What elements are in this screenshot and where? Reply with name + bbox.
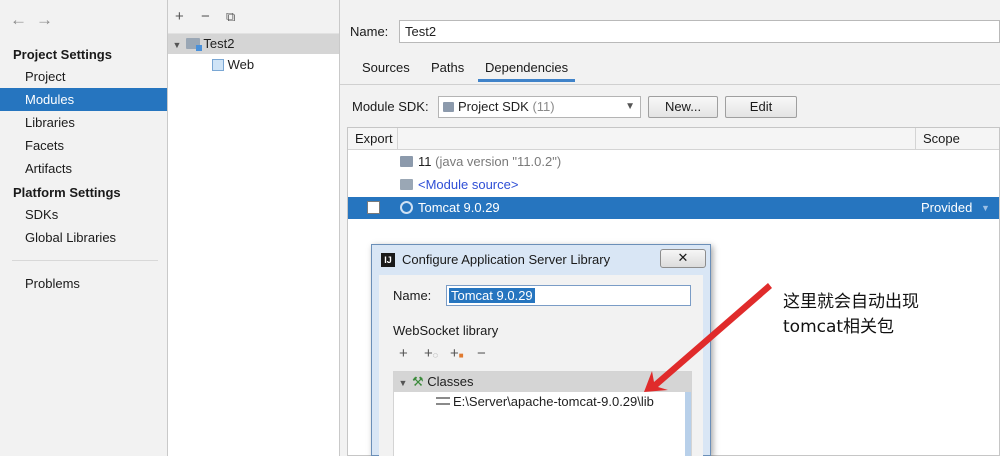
library-name-value: Tomcat 9.0.29	[449, 288, 535, 303]
sidebar-item-project[interactable]: Project	[0, 65, 167, 88]
tab-divider	[340, 84, 1000, 85]
chevron-down-icon: ▼	[625, 101, 635, 112]
tree-item-classes[interactable]: ▼ ⚒ Classes	[394, 372, 691, 392]
annotation-line-1: 这里就会自动出现	[783, 292, 919, 312]
websocket-library-label: WebSocket library	[393, 323, 499, 338]
table-row-tomcat[interactable]: Tomcat 9.0.29 Provided ▼	[348, 197, 999, 219]
sidebar-item-facets[interactable]: Facets	[0, 134, 167, 157]
source-folder-icon	[400, 179, 413, 190]
tree-item-lib-path[interactable]: E:\Server\apache-tomcat-9.0.29\lib	[394, 392, 691, 412]
module-source-label: <Module source>	[418, 177, 519, 192]
add-icon[interactable]: +	[399, 346, 408, 362]
module-sdk-label: Module SDK:	[352, 99, 429, 114]
section-platform-settings: Platform Settings	[13, 185, 121, 200]
jar-directory-icon	[436, 397, 450, 405]
configure-library-dialog: IJ Configure Application Server Library …	[371, 244, 711, 456]
chevron-down-icon: ▼	[981, 203, 990, 213]
new-sdk-button[interactable]: New...	[648, 96, 718, 118]
tab-dependencies[interactable]: Dependencies	[478, 60, 576, 82]
column-export[interactable]: Export	[355, 128, 393, 150]
copy-icon[interactable]: ⧉	[226, 9, 235, 25]
library-roots-tree: ▼ ⚒ Classes E:\Server\apache-tomcat-9.0.2…	[393, 371, 692, 456]
add-jar-icon[interactable]: +■	[450, 346, 464, 364]
tab-sources[interactable]: Sources	[362, 60, 410, 82]
section-project-settings: Project Settings	[13, 47, 112, 62]
module-folder-icon	[186, 38, 202, 51]
module-sdk-select[interactable]: Project SDK (11) ▼	[438, 96, 641, 118]
library-name-input[interactable]: Tomcat 9.0.29	[446, 285, 691, 306]
back-arrow-icon[interactable]: ←	[10, 10, 27, 30]
table-row-module-source[interactable]: <Module source>	[348, 174, 999, 196]
jdk-version-detail: (java version "11.0.2")	[435, 154, 562, 169]
add-icon[interactable]: +	[175, 9, 184, 25]
column-scope[interactable]: Scope	[923, 128, 960, 150]
settings-sidebar: ← → Project Settings Project Modules Lib…	[0, 0, 168, 456]
sdk-value: Project SDK	[458, 99, 529, 114]
remove-icon[interactable]: −	[477, 346, 486, 362]
name-label: Name:	[350, 24, 389, 39]
sdk-version: (11)	[532, 99, 555, 114]
sidebar-item-problems[interactable]: Problems	[0, 272, 167, 295]
library-name-label: Name:	[393, 288, 432, 303]
sidebar-item-libraries[interactable]: Libraries	[0, 111, 167, 134]
dialog-body: Name: Tomcat 9.0.29 WebSocket library + …	[379, 275, 703, 456]
annotation-text: 这里就会自动出现 tomcat相关包	[783, 290, 919, 340]
sidebar-divider	[12, 260, 158, 261]
tree-toolbar: + − ⧉	[168, 0, 339, 34]
annotation-line-2: tomcat相关包	[783, 317, 895, 337]
edit-sdk-button[interactable]: Edit	[725, 96, 797, 118]
nav-bar: ← →	[0, 0, 167, 40]
sdk-folder-icon	[443, 102, 454, 112]
table-row-jdk[interactable]: 11 (java version "11.0.2")	[348, 151, 999, 173]
chevron-down-icon[interactable]: ▼	[168, 35, 186, 55]
dialog-title-bar: IJ Configure Application Server Library …	[372, 245, 710, 275]
scope-value[interactable]: Provided	[921, 197, 972, 219]
scrollbar[interactable]	[685, 392, 691, 456]
table-header: Export Scope	[348, 128, 999, 150]
column-divider	[915, 128, 916, 150]
classes-label: Classes	[427, 374, 474, 389]
column-divider	[397, 128, 398, 150]
tomcat-label: Tomcat 9.0.29	[418, 200, 500, 215]
tomcat-icon	[400, 201, 413, 214]
close-button[interactable]: ✕	[660, 249, 706, 268]
tree-item-label: Test2	[203, 36, 235, 51]
tree-item-label: Web	[227, 57, 255, 72]
chevron-down-icon[interactable]: ▼	[394, 373, 412, 393]
add-classes-icon[interactable]: +◌	[424, 346, 438, 363]
module-tree-pane: + − ⧉ ▼ Test2 Web	[168, 0, 340, 456]
sidebar-item-global-libraries[interactable]: Global Libraries	[0, 226, 167, 249]
tree-item-web[interactable]: Web	[168, 55, 339, 75]
classes-icon: ⚒	[412, 374, 424, 389]
sidebar-item-sdks[interactable]: SDKs	[0, 203, 167, 226]
sdk-folder-icon	[400, 156, 413, 167]
module-name-input[interactable]: Test2	[399, 20, 1000, 43]
sidebar-item-artifacts[interactable]: Artifacts	[0, 157, 167, 180]
forward-arrow-icon[interactable]: →	[36, 10, 53, 30]
tree-item-test2[interactable]: ▼ Test2	[168, 34, 339, 54]
tab-paths[interactable]: Paths	[431, 60, 464, 82]
lib-path-label: E:\Server\apache-tomcat-9.0.29\lib	[453, 394, 654, 409]
dialog-title: Configure Application Server Library	[402, 252, 611, 267]
jdk-label: 11	[418, 154, 432, 169]
export-checkbox[interactable]	[367, 201, 380, 214]
remove-icon[interactable]: −	[201, 9, 210, 25]
sidebar-item-modules[interactable]: Modules	[0, 88, 167, 111]
web-facet-icon	[212, 59, 224, 71]
intellij-logo-icon: IJ	[381, 253, 395, 267]
